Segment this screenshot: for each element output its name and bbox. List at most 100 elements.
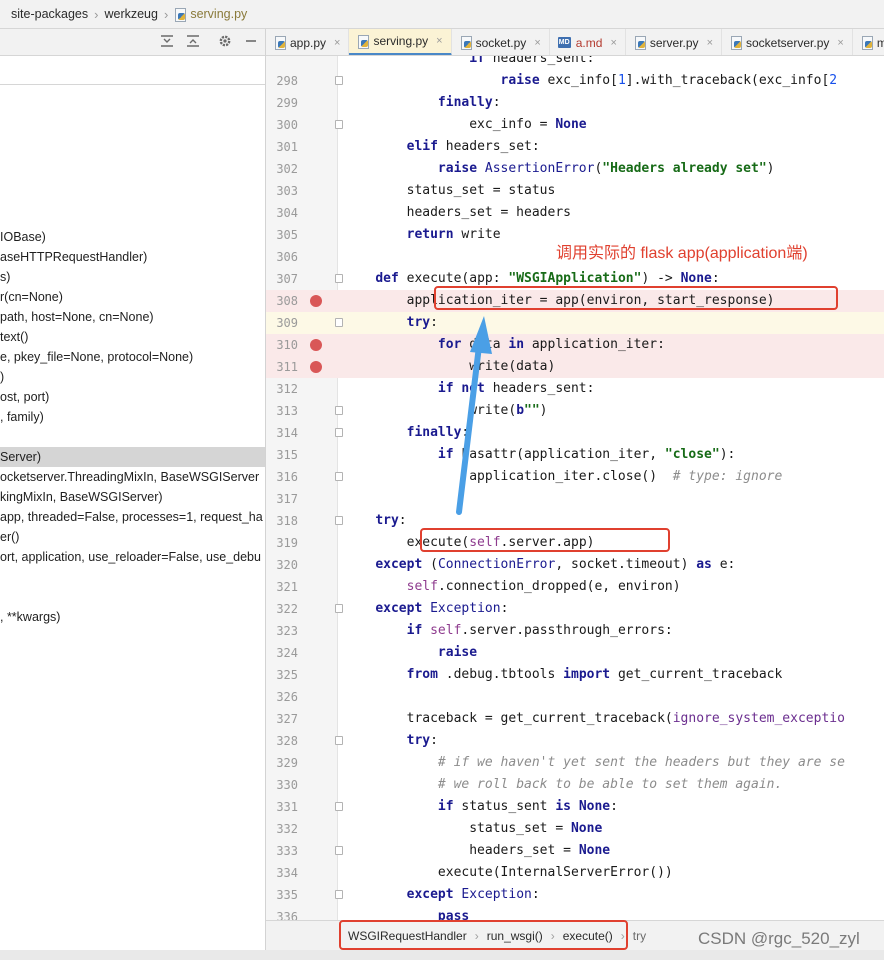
fold-marker-icon[interactable] — [335, 76, 343, 85]
line-number[interactable]: 299 — [266, 92, 298, 114]
line-number[interactable]: 323 — [266, 620, 298, 642]
tab-a-md[interactable]: MD a.md × — [550, 29, 626, 55]
line-number[interactable]: 334 — [266, 862, 298, 884]
breakpoint-icon[interactable] — [310, 295, 322, 307]
code-line[interactable]: 312 if not headers_sent: — [266, 378, 884, 400]
code-line[interactable]: 309 try: — [266, 312, 884, 334]
code-line[interactable]: 333 headers_set = None — [266, 840, 884, 862]
structure-item[interactable]: , **kwargs) — [0, 607, 60, 627]
code-line[interactable]: 298 raise exc_info[1].with_traceback(exc… — [266, 70, 884, 92]
statusbar-crumb-method[interactable]: run_wsgi() — [487, 929, 543, 943]
line-number[interactable]: 310 — [266, 334, 298, 356]
line-number[interactable]: 335 — [266, 884, 298, 906]
line-number[interactable]: 312 — [266, 378, 298, 400]
code-line[interactable]: 314 finally: — [266, 422, 884, 444]
minimize-icon[interactable] — [242, 33, 260, 51]
tab-socketserver-py[interactable]: socketserver.py × — [722, 29, 853, 55]
code-line[interactable]: 310 for data in application_iter: — [266, 334, 884, 356]
line-number[interactable]: 329 — [266, 752, 298, 774]
code-line[interactable]: 323 if self.server.passthrough_errors: — [266, 620, 884, 642]
line-number[interactable]: 303 — [266, 180, 298, 202]
line-number[interactable]: 327 — [266, 708, 298, 730]
fold-marker-icon[interactable] — [335, 802, 343, 811]
code-line[interactable]: 328 try: — [266, 730, 884, 752]
statusbar-crumb-function[interactable]: execute() — [563, 929, 613, 943]
code-line[interactable]: 299 finally: — [266, 92, 884, 114]
line-number[interactable]: 311 — [266, 356, 298, 378]
code-line[interactable]: 303 status_set = status — [266, 180, 884, 202]
line-number[interactable]: 315 — [266, 444, 298, 466]
code-line[interactable]: 331 if status_sent is None: — [266, 796, 884, 818]
tab-m[interactable]: m — [853, 29, 884, 55]
close-icon[interactable]: × — [534, 37, 540, 49]
line-number[interactable]: 308 — [266, 290, 298, 312]
breadcrumb-item-site-packages[interactable]: site-packages — [0, 7, 88, 21]
tab-serving-py[interactable]: serving.py × — [349, 29, 452, 55]
structure-item[interactable]: e, pkey_file=None, protocol=None) — [0, 347, 193, 367]
line-number[interactable]: 306 — [266, 246, 298, 268]
code-line[interactable]: 330 # we roll back to be able to set the… — [266, 774, 884, 796]
structure-item[interactable]: s) — [0, 267, 10, 287]
code-line[interactable]: 325 from .debug.tbtools import get_curre… — [266, 664, 884, 686]
fold-marker-icon[interactable] — [335, 604, 343, 613]
line-number[interactable]: 298 — [266, 70, 298, 92]
line-number[interactable]: 305 — [266, 224, 298, 246]
line-number[interactable]: 320 — [266, 554, 298, 576]
structure-item[interactable]: Server) — [0, 447, 265, 467]
close-icon[interactable]: × — [837, 37, 843, 49]
close-icon[interactable]: × — [707, 37, 713, 49]
fold-marker-icon[interactable] — [335, 890, 343, 899]
code-line[interactable]: if headers_sent: — [266, 56, 884, 70]
fold-marker-icon[interactable] — [335, 120, 343, 129]
line-number[interactable]: 316 — [266, 466, 298, 488]
code-line[interactable]: 317 — [266, 488, 884, 510]
line-number[interactable]: 319 — [266, 532, 298, 554]
fold-marker-icon[interactable] — [335, 406, 343, 415]
tab-server-py[interactable]: server.py × — [626, 29, 722, 55]
structure-item[interactable]: r(cn=None) — [0, 287, 63, 307]
code-line[interactable]: 307 def execute(app: "WSGIApplication") … — [266, 268, 884, 290]
line-number[interactable]: 317 — [266, 488, 298, 510]
code-line[interactable]: 316 application_iter.close() # type: ign… — [266, 466, 884, 488]
structure-item[interactable]: app, threaded=False, processes=1, reques… — [0, 507, 263, 527]
code-line[interactable]: 326 — [266, 686, 884, 708]
code-line[interactable]: 300 exc_info = None — [266, 114, 884, 136]
fold-marker-icon[interactable] — [335, 428, 343, 437]
code-line[interactable]: 302 raise AssertionError("Headers alread… — [266, 158, 884, 180]
code-line[interactable]: 329 # if we haven't yet sent the headers… — [266, 752, 884, 774]
structure-item[interactable]: ost, port) — [0, 387, 49, 407]
tab-app-py[interactable]: app.py × — [266, 29, 350, 55]
line-number[interactable]: 325 — [266, 664, 298, 686]
code-line[interactable]: 313 write(b"") — [266, 400, 884, 422]
fold-marker-icon[interactable] — [335, 846, 343, 855]
code-line[interactable]: 304 headers_set = headers — [266, 202, 884, 224]
gear-icon[interactable] — [216, 33, 234, 51]
fold-marker-icon[interactable] — [335, 318, 343, 327]
close-icon[interactable]: × — [436, 35, 442, 47]
structure-item[interactable]: kingMixIn, BaseWSGIServer) — [0, 487, 163, 507]
code-line[interactable]: 321 self.connection_dropped(e, environ) — [266, 576, 884, 598]
line-number[interactable]: 331 — [266, 796, 298, 818]
line-number[interactable]: 324 — [266, 642, 298, 664]
collapse-all-icon[interactable] — [184, 33, 202, 51]
line-number[interactable]: 307 — [266, 268, 298, 290]
line-number[interactable]: 313 — [266, 400, 298, 422]
code-line[interactable]: 334 execute(InternalServerError()) — [266, 862, 884, 884]
line-number[interactable]: 309 — [266, 312, 298, 334]
code-line[interactable]: 322 except Exception: — [266, 598, 884, 620]
structure-item[interactable]: IOBase) — [0, 227, 46, 247]
line-number[interactable]: 326 — [266, 686, 298, 708]
line-number[interactable]: 336 — [266, 906, 298, 920]
line-number[interactable]: 318 — [266, 510, 298, 532]
structure-item[interactable]: aseHTTPRequestHandler) — [0, 247, 147, 267]
tab-socket-py[interactable]: socket.py × — [452, 29, 550, 55]
fold-marker-icon[interactable] — [335, 274, 343, 283]
close-icon[interactable]: × — [334, 37, 340, 49]
breakpoint-icon[interactable] — [310, 339, 322, 351]
line-number[interactable]: 300 — [266, 114, 298, 136]
expand-all-icon[interactable] — [158, 33, 176, 51]
code-line[interactable]: 301 elif headers_set: — [266, 136, 884, 158]
code-line[interactable]: 308 application_iter = app(environ, star… — [266, 290, 884, 312]
line-number[interactable]: 322 — [266, 598, 298, 620]
fold-marker-icon[interactable] — [335, 516, 343, 525]
